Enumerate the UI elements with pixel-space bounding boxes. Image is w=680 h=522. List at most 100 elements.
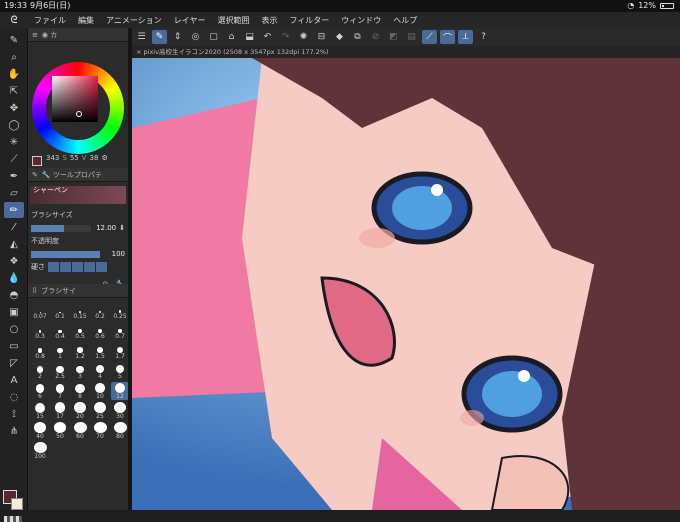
redo-icon[interactable]: ↷ (278, 30, 293, 44)
clear-icon[interactable]: ⊟ (314, 30, 329, 44)
menu-help[interactable]: ヘルプ (387, 15, 423, 26)
brush-size-cell[interactable]: 5 (111, 362, 129, 380)
pen-settings-icon[interactable]: ✎ (152, 30, 167, 44)
hardness-step-2[interactable] (60, 262, 71, 272)
brush-size-cell[interactable]: 70 (91, 422, 109, 440)
fill-tool-icon[interactable]: ◓ (4, 287, 24, 303)
correct-line-icon[interactable]: ⋔ (4, 423, 24, 439)
transparent-color-icon[interactable] (4, 516, 22, 522)
open-file-icon[interactable]: ⌂ (224, 30, 239, 44)
hand-tool-icon[interactable]: ✋ (4, 66, 24, 82)
fill-icon[interactable]: ◆ (332, 30, 347, 44)
brush-size-tab-icon[interactable]: ⠿ (32, 287, 37, 295)
sub-color-swatch[interactable] (11, 498, 23, 510)
canvas-tab[interactable]: × pixiv高校生イラコン2020 (2508 x 3547px 132dpi… (132, 46, 680, 58)
help-icon[interactable]: ? (476, 30, 491, 44)
menu-filter[interactable]: フィルター (283, 15, 335, 26)
brush-size-cell[interactable]: 15 (31, 402, 49, 420)
brush-size-cell[interactable]: 0.4 (51, 322, 69, 340)
brush-size-cell[interactable]: 1.2 (71, 342, 89, 360)
hardness-step-4[interactable] (84, 262, 95, 272)
eraser-icon[interactable]: ▱ (4, 185, 24, 201)
saturation-value-square[interactable] (52, 76, 98, 122)
brush-size-cell[interactable]: 100 (31, 442, 49, 460)
new-file-icon[interactable]: ▢ (206, 30, 221, 44)
lasso-tool-icon[interactable]: ◯ (4, 117, 24, 133)
close-icon[interactable]: × (136, 48, 141, 56)
brush-size-cell[interactable]: 80 (111, 422, 129, 440)
hardness-step-3[interactable] (72, 262, 83, 272)
color-tab-icon[interactable]: ◉ カ (42, 30, 57, 40)
menu-icon[interactable]: ☰ (134, 30, 149, 44)
operation-tool-icon[interactable]: ⇱ (4, 83, 24, 99)
brush-size-cell[interactable]: 17 (51, 402, 69, 420)
airbrush-icon[interactable]: ◭ (4, 236, 24, 252)
brush-size-cell[interactable]: 50 (51, 422, 69, 440)
brush-size-cell[interactable]: 60 (71, 422, 89, 440)
magic-wand-icon[interactable]: ✳ (4, 134, 24, 150)
crop-icon[interactable]: ▤ (404, 30, 419, 44)
menu-window[interactable]: ウィンドウ (335, 15, 387, 26)
arrows-icon[interactable]: ⇕ (170, 30, 185, 44)
brush-size-cell[interactable]: 2.5 (51, 362, 69, 380)
hardness-step-1[interactable] (48, 262, 59, 272)
brush-size-cell[interactable]: 7 (51, 382, 69, 400)
eyedropper-icon[interactable]: ⟋ (4, 151, 24, 167)
brush-size-cell[interactable]: 0.7 (111, 322, 129, 340)
brush-size-cell[interactable]: 0.5 (71, 322, 89, 340)
brush-size-cell[interactable]: 10 (91, 382, 109, 400)
invert-selection-icon[interactable]: ◩ (386, 30, 401, 44)
size-dropdown-icon[interactable]: ⬇ (119, 224, 125, 232)
brush-size-cell[interactable]: 4 (91, 362, 109, 380)
menu-file[interactable]: ファイル (28, 15, 72, 26)
brush-size-cell[interactable]: 0.8 (31, 342, 49, 360)
tool-property-tab-icon[interactable]: 🔧 ツールプロパテ (42, 170, 102, 180)
menu-edit[interactable]: 編集 (72, 15, 100, 26)
color-settings-icon[interactable]: ⚙ (101, 154, 107, 162)
brush-size-cell[interactable]: 0.1 (51, 302, 69, 320)
snap-grid-icon[interactable]: ⟂ (458, 30, 473, 44)
frame-tool-icon[interactable]: ▭ (4, 338, 24, 354)
save-icon[interactable]: ⬓ (242, 30, 257, 44)
brush-size-cell[interactable]: 0.25 (111, 302, 129, 320)
menu-layer[interactable]: レイヤー (168, 15, 212, 26)
loading-icon[interactable]: ✺ (296, 30, 311, 44)
opacity-slider[interactable] (31, 250, 100, 258)
brush-size-cell[interactable]: 1.5 (91, 342, 109, 360)
blend-tool-icon[interactable]: 💧 (4, 270, 24, 286)
hardness-step-5[interactable] (96, 262, 107, 272)
menu-view[interactable]: 表示 (255, 15, 283, 26)
snap-special-ruler-icon[interactable]: ⌒ (440, 30, 455, 44)
text-tool-icon[interactable]: A (4, 372, 24, 388)
brush-size-cell[interactable]: 6 (31, 382, 49, 400)
speech-balloon-icon[interactable]: ◌ (4, 389, 24, 405)
brush-size-cell[interactable]: 20 (71, 402, 89, 420)
brush-tool-icon[interactable]: ⁄ (4, 219, 24, 235)
zoom-tool-icon[interactable]: ⌕ (4, 49, 24, 65)
menu-selection[interactable]: 選択範囲 (211, 15, 255, 26)
brush-size-cell[interactable]: 0.6 (91, 322, 109, 340)
snap-ruler-icon[interactable]: ⟋ (422, 30, 437, 44)
brush-size-cell[interactable]: 0.3 (31, 322, 49, 340)
brush-size-cell[interactable]: 1.7 (111, 342, 129, 360)
brush-size-slider[interactable] (31, 224, 92, 232)
brush-size-cell[interactable]: 8 (71, 382, 89, 400)
brush-size-cell[interactable]: 0.07 (31, 302, 49, 320)
pen-tool-icon[interactable]: ✒ (4, 168, 24, 184)
transform-icon[interactable]: ⧉ (350, 30, 365, 44)
sub-tool-tab-icon[interactable]: ✎ (32, 171, 38, 179)
undo-icon[interactable]: ↶ (260, 30, 275, 44)
move-tool-icon[interactable]: ✥ (4, 100, 24, 116)
brush-size-cell[interactable]: 30 (111, 402, 129, 420)
brush-size-cell[interactable]: 25 (91, 402, 109, 420)
pencil-tool-icon[interactable]: ✏ (4, 202, 24, 218)
tool-settings-icon[interactable]: ✎ (4, 32, 24, 48)
menu-animation[interactable]: アニメーション (100, 15, 168, 26)
balloon-tool-icon[interactable]: ◸ (4, 355, 24, 371)
brush-size-cell[interactable]: 12 (111, 382, 129, 400)
brush-size-cell[interactable]: 0.2 (91, 302, 109, 320)
gradient-tool-icon[interactable]: ▣ (4, 304, 24, 320)
brush-size-cell[interactable]: 3 (71, 362, 89, 380)
panel-menu-icon[interactable]: ≡ (32, 31, 38, 39)
decoration-icon[interactable]: ❖ (4, 253, 24, 269)
